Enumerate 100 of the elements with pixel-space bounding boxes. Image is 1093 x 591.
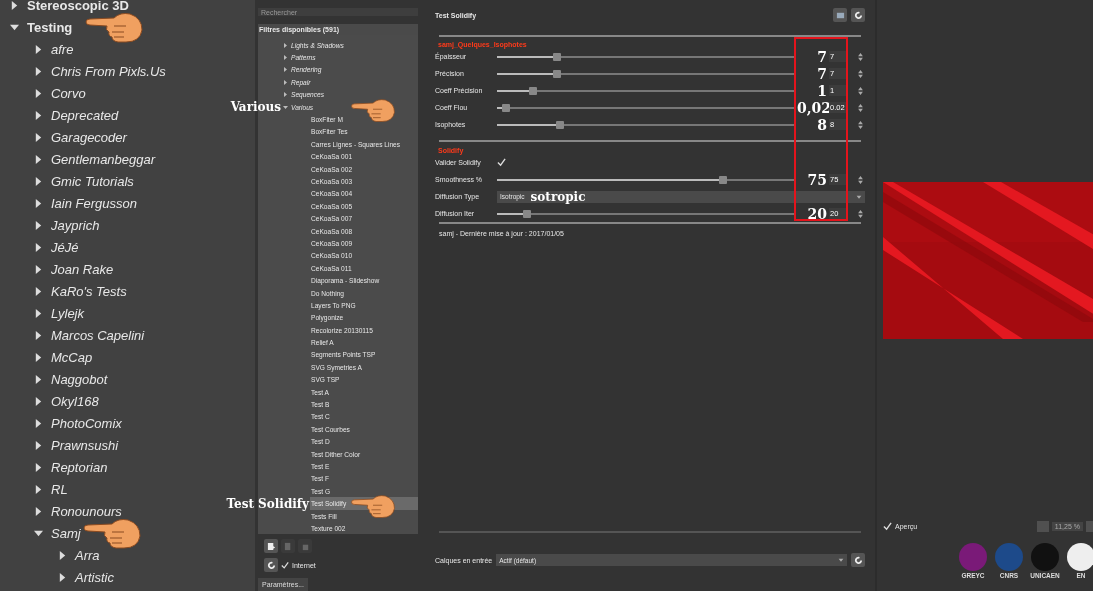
caret-icon[interactable] bbox=[283, 92, 288, 98]
caret-icon[interactable] bbox=[34, 352, 43, 362]
caret-icon[interactable] bbox=[34, 176, 43, 186]
slider-thumb[interactable] bbox=[552, 52, 561, 61]
spin-arrows-icon[interactable] bbox=[858, 175, 863, 184]
slider-track[interactable] bbox=[497, 106, 795, 109]
logo-icon bbox=[1066, 542, 1093, 572]
spin-arrows-icon[interactable] bbox=[858, 86, 863, 95]
tree-item[interactable]: afre bbox=[51, 41, 74, 57]
caret-icon[interactable] bbox=[283, 67, 288, 73]
caret-icon[interactable] bbox=[34, 88, 43, 98]
tree-item[interactable]: Gmic Tutorials bbox=[51, 173, 134, 189]
caret-icon[interactable] bbox=[34, 330, 43, 340]
tree-item[interactable]: Ronounours bbox=[51, 503, 122, 519]
dropdown-caret-icon bbox=[838, 557, 844, 563]
logo-icon bbox=[994, 542, 1024, 572]
caret-icon[interactable] bbox=[34, 110, 43, 120]
tree-item[interactable]: Samj bbox=[51, 525, 81, 541]
annotation-number: 8 bbox=[816, 117, 827, 132]
tree-item[interactable]: Gentlemanbeggar bbox=[51, 151, 156, 167]
annotation-number: 7 bbox=[816, 49, 827, 64]
tree-item[interactable]: Lylejk bbox=[51, 305, 84, 321]
logo-icon bbox=[1030, 542, 1060, 572]
slider-thumb[interactable] bbox=[528, 86, 537, 95]
tree-item[interactable]: KaRo's Tests bbox=[51, 283, 127, 299]
refresh-icon bbox=[266, 560, 276, 570]
tree-item[interactable]: JéJé bbox=[51, 239, 79, 255]
caret-icon[interactable] bbox=[34, 396, 43, 406]
slider-track[interactable] bbox=[497, 72, 795, 75]
caret-icon[interactable] bbox=[10, 0, 19, 10]
caret-icon[interactable] bbox=[34, 66, 43, 76]
slider-thumb[interactable] bbox=[555, 120, 564, 129]
tree-item[interactable]: Deprecated bbox=[51, 107, 119, 123]
slider-thumb[interactable] bbox=[522, 209, 531, 218]
tree-item[interactable]: Joan Rake bbox=[51, 261, 114, 277]
refresh-button[interactable] bbox=[264, 558, 278, 572]
spin-arrows-icon[interactable] bbox=[858, 120, 863, 129]
tree-item[interactable]: Okyl168 bbox=[51, 393, 99, 409]
spin-arrows-icon[interactable] bbox=[858, 209, 863, 218]
caret-icon[interactable] bbox=[34, 506, 43, 516]
caret-icon[interactable] bbox=[34, 132, 43, 142]
tree-item[interactable]: Garagecoder bbox=[51, 129, 127, 145]
tree-item[interactable]: Iain Fergusson bbox=[51, 195, 137, 211]
caret-icon[interactable] bbox=[58, 572, 67, 582]
tree-item[interactable]: Marcos Capelini bbox=[51, 327, 145, 343]
caret-icon[interactable] bbox=[34, 44, 43, 54]
tree-item[interactable]: Testing bbox=[27, 19, 73, 35]
checkbox[interactable] bbox=[281, 560, 289, 570]
spin-arrows-icon[interactable] bbox=[858, 52, 863, 61]
refresh-button[interactable] bbox=[851, 8, 865, 22]
caret-icon[interactable] bbox=[283, 55, 288, 61]
caret-icon[interactable] bbox=[34, 484, 43, 494]
slider-thumb[interactable] bbox=[552, 69, 561, 78]
caret-icon[interactable] bbox=[283, 104, 288, 110]
spin-arrows-icon[interactable] bbox=[858, 69, 863, 78]
slider-track[interactable] bbox=[497, 55, 795, 58]
tree-item[interactable]: Artistic bbox=[75, 569, 114, 585]
tree-item[interactable]: PhotoComix bbox=[51, 415, 122, 431]
slider-thumb[interactable] bbox=[719, 175, 728, 184]
caret-icon[interactable] bbox=[34, 198, 43, 208]
caret-icon[interactable] bbox=[283, 79, 288, 85]
page-icon bbox=[283, 541, 293, 551]
checkbox[interactable] bbox=[497, 158, 506, 167]
caret-icon[interactable] bbox=[34, 418, 43, 428]
caret-icon[interactable] bbox=[34, 308, 43, 318]
caret-icon[interactable] bbox=[58, 550, 67, 560]
slider-track[interactable] bbox=[497, 89, 795, 92]
tree-item[interactable]: Prawnsushi bbox=[51, 437, 119, 453]
tree-item[interactable]: Jayprich bbox=[51, 217, 100, 233]
tree-item[interactable]: Reptorian bbox=[51, 459, 108, 475]
tree-item[interactable]: Stereoscopic 3D bbox=[27, 0, 129, 13]
slider-track[interactable] bbox=[497, 212, 795, 215]
caret-icon[interactable] bbox=[34, 154, 43, 164]
annotation-number: 75 bbox=[806, 172, 827, 187]
annotation-number: 7 bbox=[816, 66, 827, 81]
slider-track[interactable] bbox=[497, 123, 795, 126]
caret-icon[interactable] bbox=[34, 374, 43, 384]
slider-track[interactable] bbox=[497, 178, 795, 181]
tree-item[interactable]: Corvo bbox=[51, 85, 86, 101]
tree-item[interactable]: RL bbox=[51, 481, 68, 497]
caret-icon[interactable] bbox=[34, 462, 43, 472]
refresh-button[interactable] bbox=[851, 553, 865, 567]
tree-item[interactable]: McCap bbox=[51, 349, 93, 365]
dropdown-caret-icon bbox=[856, 193, 862, 200]
caret-icon[interactable] bbox=[10, 22, 19, 32]
caret-icon[interactable] bbox=[283, 42, 288, 48]
tree-item[interactable]: Chris From Pixls.Us bbox=[51, 63, 166, 79]
caret-icon[interactable] bbox=[34, 264, 43, 274]
window-button[interactable] bbox=[833, 8, 847, 22]
caret-icon[interactable] bbox=[34, 220, 43, 230]
tree-item[interactable]: Arra bbox=[75, 547, 100, 563]
caret-icon[interactable] bbox=[34, 528, 43, 538]
tree-item[interactable]: Naggobot bbox=[51, 371, 108, 387]
slider-thumb[interactable] bbox=[501, 103, 510, 112]
checkbox[interactable] bbox=[883, 521, 892, 531]
add-favorite-button[interactable] bbox=[264, 539, 278, 553]
caret-icon[interactable] bbox=[34, 286, 43, 296]
spin-arrows-icon[interactable] bbox=[858, 103, 863, 112]
caret-icon[interactable] bbox=[34, 242, 43, 252]
caret-icon[interactable] bbox=[34, 440, 43, 450]
